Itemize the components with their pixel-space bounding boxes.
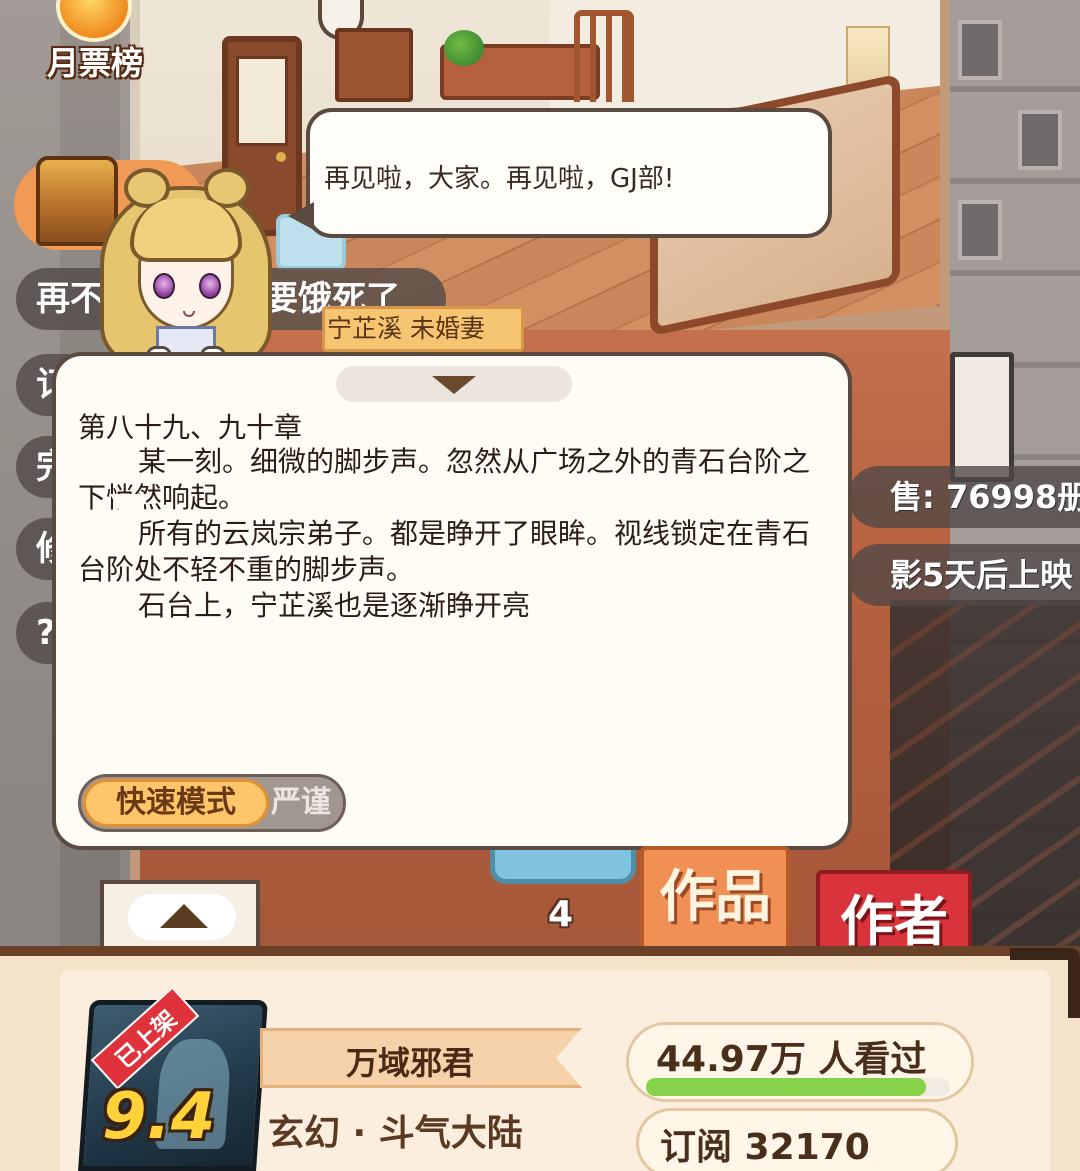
reader-tail bbox=[110, 494, 150, 530]
potted-plant-icon bbox=[444, 30, 484, 66]
ranking-badge-icon bbox=[56, 0, 132, 42]
movie-release-pill: 影5天后上映 bbox=[848, 544, 1080, 606]
speech-bubble: 再见啦，大家。再见啦，GJ部! bbox=[288, 108, 832, 238]
tab-works[interactable]: 作品 bbox=[640, 846, 790, 950]
views-progress-bar bbox=[646, 1078, 950, 1096]
character-avatar[interactable] bbox=[100, 168, 272, 368]
expand-panel-button[interactable] bbox=[100, 880, 260, 948]
building-window bbox=[1018, 110, 1062, 170]
left-eye bbox=[153, 273, 175, 299]
sales-count-text: 售: 76998册 bbox=[890, 478, 1080, 516]
hud-pill-hunger-prefix: 再不 bbox=[36, 279, 104, 319]
mouth bbox=[183, 311, 195, 317]
door-knob bbox=[276, 152, 286, 162]
movie-release-text: 影5天后上映 bbox=[890, 556, 1073, 594]
fast-mode-option[interactable]: 快速模式 bbox=[83, 779, 269, 827]
strict-mode-option[interactable]: 严谨 bbox=[271, 779, 345, 827]
door-window bbox=[236, 56, 288, 146]
book-genre: 玄幻 · 斗气大陆 bbox=[268, 1113, 523, 1154]
sales-count-pill: 售: 76998册 bbox=[848, 466, 1080, 528]
chevron-up-icon bbox=[160, 904, 208, 928]
reading-panel: 第八十九、九十章 某一刻。细微的脚步声。忽然从广场之外的青石台阶之下悄然响起。 … bbox=[52, 352, 852, 850]
card-corner-decoration bbox=[1010, 948, 1080, 1018]
character-bangs bbox=[130, 198, 242, 262]
character-name-tag: 宁芷溪 未婚妻 bbox=[322, 306, 524, 352]
paragraph: 某一刻。细微的脚步声。忽然从广场之外的青石台阶之下悄然响起。 bbox=[78, 445, 811, 514]
views-count: 44.97万 人看过 bbox=[656, 1039, 927, 1080]
shop-sign bbox=[950, 352, 1014, 482]
subscriptions-count: 订阅 32170 bbox=[660, 1127, 870, 1168]
right-eye bbox=[199, 273, 221, 299]
chair bbox=[574, 10, 634, 102]
bookshelf bbox=[335, 28, 413, 102]
tab-author[interactable]: 作者 bbox=[816, 870, 972, 950]
chapter-title: 第八十九、九十章 bbox=[78, 411, 303, 444]
floor-number: 4 bbox=[548, 894, 574, 935]
views-progress-fill bbox=[646, 1078, 926, 1096]
speech-text: 再见啦，大家。再见啦，GJ部! bbox=[324, 164, 675, 194]
reading-mode-toggle[interactable]: 快速模式 严谨 bbox=[78, 774, 346, 832]
monthly-ticket-ranking-label: 月票榜 bbox=[46, 44, 143, 82]
collapse-panel-button[interactable] bbox=[336, 366, 572, 402]
book-rating: 9.4 bbox=[102, 1080, 216, 1154]
book-title: 万域邪君 bbox=[345, 1044, 474, 1082]
paragraph: 所有的云岚宗弟子。都是睁开了眼眸。视线锁定在青石台阶处不轻不重的脚步声。 bbox=[78, 517, 811, 586]
paragraph: 石台上，宁芷溪也是逐渐睁开亮 bbox=[138, 589, 531, 622]
chevron-down-icon bbox=[432, 376, 476, 394]
building-window bbox=[958, 200, 1002, 260]
building-window bbox=[958, 20, 1002, 80]
monthly-ticket-ranking-button[interactable]: 月票榜 bbox=[30, 0, 160, 84]
expand-button-inner bbox=[128, 894, 236, 940]
